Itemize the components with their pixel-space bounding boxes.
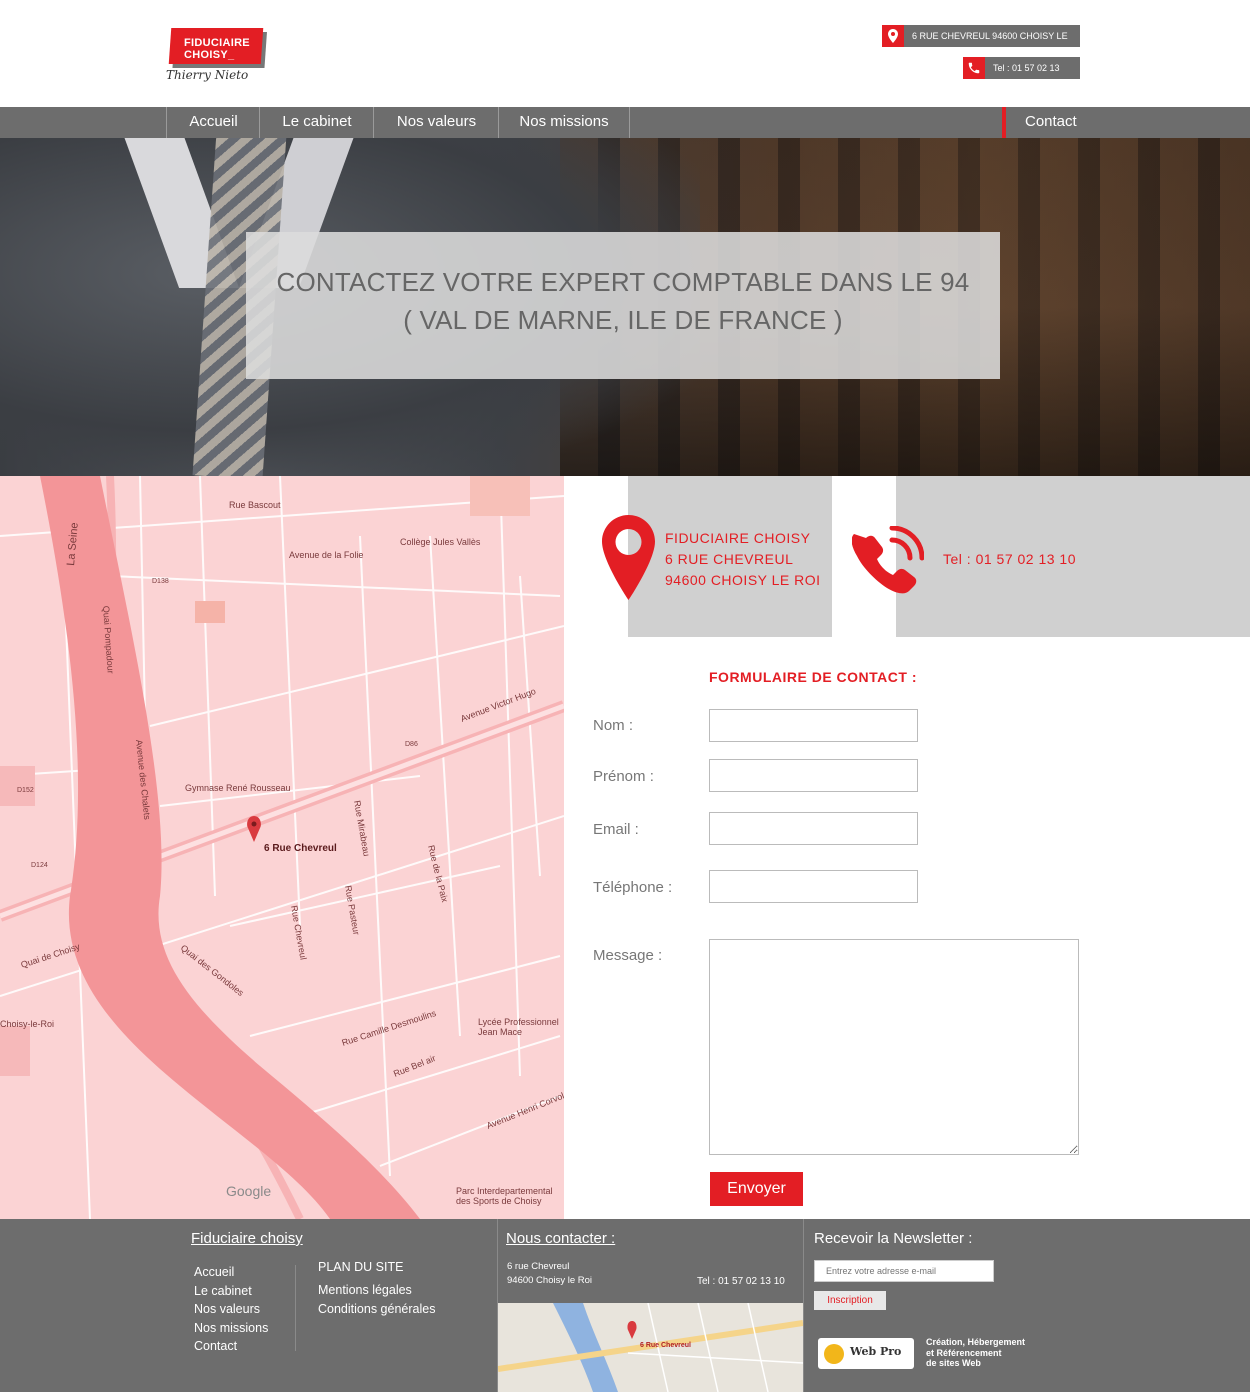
company-street: 6 RUE CHEVREUL	[665, 551, 794, 567]
header-phone[interactable]: Tel : 01 57 02 13 10	[963, 57, 1080, 95]
logo-text-line1: FIDUCIAIRE	[184, 37, 250, 49]
map-label: Avenue Henri Corvol	[485, 1091, 564, 1131]
map-label: Rue Bascout	[229, 500, 281, 510]
map-label: Lycée Professionnel	[478, 1017, 559, 1027]
footer-link-nos-valeurs[interactable]: Nos valeurs	[194, 1302, 260, 1316]
message-label: Message :	[593, 947, 663, 964]
map-graphic: Rue Bascout Collège Jules Vallès Avenue …	[0, 476, 564, 1219]
form-title: FORMULAIRE DE CONTACT :	[709, 669, 917, 685]
nav-item-accueil[interactable]: Accueil	[166, 107, 260, 138]
hero-title-line2: ( VAL DE MARNE, ILE DE FRANCE )	[403, 305, 843, 335]
footer-link-nos-missions[interactable]: Nos missions	[194, 1321, 268, 1335]
footer-phone: Tel : 01 57 02 13 10	[697, 1276, 785, 1287]
nom-label: Nom :	[593, 717, 634, 734]
map-label: Collège Jules Vallès	[400, 537, 481, 547]
footer-company-title[interactable]: Fiduciaire choisy	[191, 1230, 303, 1247]
company-name: FIDUCIAIRE CHOISY	[665, 530, 811, 546]
map-label: Choisy-le-Roi	[0, 1019, 54, 1029]
footer-address-line1: 6 rue Chevreul	[507, 1261, 570, 1272]
footer-link-conditions-generales[interactable]: Conditions générales	[318, 1302, 435, 1316]
address-pin-icon	[602, 515, 655, 600]
footer-divider	[295, 1265, 296, 1351]
map-marker-label: 6 Rue Chevreul	[264, 843, 337, 854]
newsletter-subscribe-button[interactable]: Inscription	[814, 1291, 886, 1310]
hero-caption: CONTACTEZ VOTRE EXPERT COMPTABLE DANS LE…	[246, 232, 1000, 379]
webpro-logo[interactable]: Web Pro	[818, 1338, 914, 1369]
site-header: FIDUCIAIRE CHOISY_ Thierry Nieto 6 RUE C…	[0, 0, 1250, 107]
prenom-label: Prénom :	[593, 768, 654, 785]
map-block	[470, 476, 530, 516]
prenom-input[interactable]	[709, 759, 918, 792]
phone-icon	[963, 57, 985, 79]
footer-link-contact[interactable]: Contact	[194, 1339, 237, 1353]
map-label: Quai de Choisy	[20, 941, 82, 970]
email-label: Email :	[593, 821, 639, 838]
webpro-emblem-icon	[824, 1344, 844, 1364]
footer-contact-title: Nous contacter :	[506, 1230, 616, 1247]
header-address: 6 RUE CHEVREUL 94600 CHOISY LE ROI	[882, 25, 1080, 63]
site-logo[interactable]: FIDUCIAIRE CHOISY_ Thierry Nieto	[166, 26, 270, 88]
footer-divider	[803, 1219, 804, 1392]
footer-link-le-cabinet[interactable]: Le cabinet	[194, 1284, 252, 1298]
nav-item-nos-valeurs[interactable]: Nos valeurs	[373, 107, 499, 138]
map-label: Rue Camille Desmoulins	[341, 1008, 438, 1048]
nav-item-le-cabinet[interactable]: Le cabinet	[259, 107, 374, 138]
map-block	[195, 601, 225, 623]
map-pin-icon	[882, 25, 904, 47]
phone-ring-icon	[851, 525, 925, 598]
submit-button[interactable]: Envoyer	[710, 1172, 803, 1206]
mini-map-marker-label: 6 Rue Chevreul	[640, 1342, 691, 1349]
map-label: D152	[17, 787, 34, 794]
footer-link-mentions-legales[interactable]: Mentions légales	[318, 1283, 412, 1297]
footer-mini-map[interactable]: 6 Rue Chevreul	[498, 1303, 803, 1392]
map-google-logo: Google	[226, 1183, 271, 1199]
webpro-tagline-line3: de sites Web	[926, 1358, 981, 1368]
map-label: Jean Mace	[478, 1027, 522, 1037]
telephone-label: Téléphone :	[593, 879, 673, 896]
nom-input[interactable]	[709, 709, 918, 742]
footer-newsletter-title: Recevoir la Newsletter :	[814, 1230, 973, 1247]
newsletter-email-input[interactable]	[814, 1260, 994, 1282]
map-label: Rue Chevreul	[289, 905, 308, 961]
logo-text-line2: CHOISY_	[184, 49, 235, 61]
webpro-tagline-line2: et Référencement	[926, 1347, 1002, 1358]
nav-item-contact[interactable]: Contact	[1002, 107, 1080, 138]
map-block	[0, 766, 35, 806]
address-card-text: FIDUCIAIRE CHOISY 6 RUE CHEVREUL 94600 C…	[665, 528, 821, 591]
mini-map-marker-icon	[627, 1321, 637, 1339]
map-label: D138	[152, 578, 169, 585]
location-map[interactable]: Rue Bascout Collège Jules Vallès Avenue …	[0, 476, 564, 1219]
webpro-tagline-line1: Création, Hébergement	[926, 1337, 1026, 1347]
hero-title-line1: CONTACTEZ VOTRE EXPERT COMPTABLE DANS LE…	[276, 267, 970, 297]
mini-map-river	[553, 1303, 618, 1392]
mini-map-graphic: 6 Rue Chevreul	[498, 1303, 803, 1392]
map-label: Avenue de la Folie	[289, 550, 363, 560]
footer-link-accueil[interactable]: Accueil	[194, 1265, 234, 1279]
map-label: D124	[31, 862, 48, 869]
company-phone[interactable]: Tel : 01 57 02 13 10	[943, 549, 1076, 570]
message-textarea[interactable]	[709, 939, 1079, 1155]
logo-signature: Thierry Nieto	[166, 68, 249, 82]
map-label: Quai des Gondoles	[179, 943, 246, 999]
map-block	[0, 1026, 30, 1076]
webpro-logo-text: Web Pro	[850, 1345, 902, 1358]
webpro-tagline: Création, Hébergement et Référencement d…	[926, 1337, 1025, 1369]
main-nav: Accueil Le cabinet Nos valeurs Nos missi…	[0, 107, 1250, 138]
map-label: Rue Mirabeau	[352, 800, 372, 857]
nav-item-nos-missions[interactable]: Nos missions	[498, 107, 630, 138]
map-label: Rue Pasteur	[343, 885, 362, 936]
hero-banner: CONTACTEZ VOTRE EXPERT COMPTABLE DANS LE…	[0, 138, 1250, 476]
telephone-input[interactable]	[709, 870, 918, 903]
site-footer: Fiduciaire choisy Accueil Le cabinet Nos…	[0, 1219, 1250, 1392]
map-marker-icon[interactable]	[247, 816, 261, 842]
map-label: des Sports de Choisy	[456, 1196, 542, 1206]
company-city: 94600 CHOISY LE ROI	[665, 572, 821, 588]
footer-address-line2: 94600 Choisy le Roi	[507, 1275, 593, 1286]
footer-link-plan-du-site[interactable]: PLAN DU SITE	[318, 1260, 403, 1274]
map-label: Gymnase René Rousseau	[185, 783, 291, 793]
email-input[interactable]	[709, 812, 918, 845]
map-label: D86	[405, 741, 418, 748]
map-label: Parc Interdepartemental	[456, 1186, 553, 1196]
header-phone-text: Tel : 01 57 02 13 10	[993, 63, 1060, 95]
